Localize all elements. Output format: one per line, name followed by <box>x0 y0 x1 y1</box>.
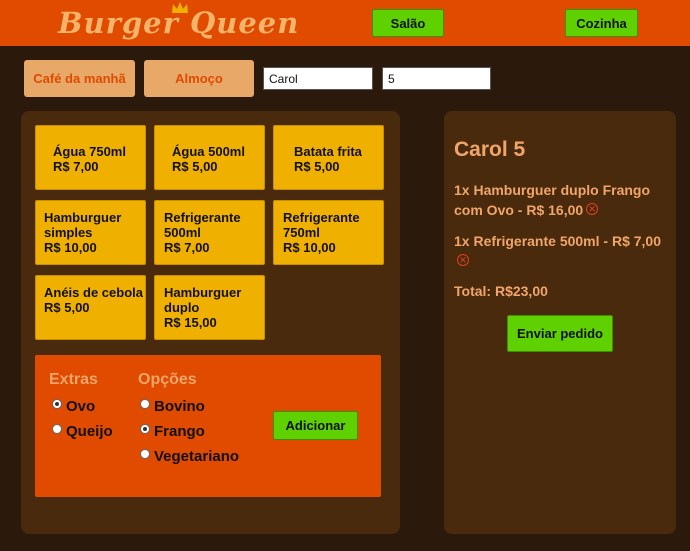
table-number-input[interactable] <box>382 67 491 90</box>
product-price: R$ 10,00 <box>283 240 336 255</box>
product-name: Água 750ml <box>53 144 126 159</box>
client-name-input[interactable] <box>263 67 373 90</box>
opcao-bovino[interactable]: Bovino <box>140 398 205 415</box>
product-name: Hamburguer simples <box>44 210 122 240</box>
product-name: Água 500ml <box>172 144 245 159</box>
product-price: R$ 5,00 <box>172 159 218 174</box>
radio-checked[interactable] <box>52 398 62 409</box>
product-card[interactable]: Água 750ml R$ 7,00 <box>35 125 146 190</box>
radio-checked[interactable] <box>140 423 150 434</box>
order-title: Carol 5 <box>454 138 526 161</box>
opcoes-title: Opções <box>138 371 197 388</box>
crown-icon <box>172 2 188 13</box>
order-item: 1x Refrigerante 500ml - R$ 7,00 ✕ <box>454 231 669 271</box>
product-card[interactable]: Refrigerante 750ml R$ 10,00 <box>273 200 384 265</box>
opcao-frango[interactable]: Frango <box>140 423 205 440</box>
product-card[interactable]: Batata frita R$ 5,00 <box>273 125 384 190</box>
product-name: Refrigerante 750ml <box>283 210 360 240</box>
product-card[interactable]: Refrigerante 500ml R$ 7,00 <box>154 200 265 265</box>
product-name: Anéis de cebola <box>44 285 143 300</box>
tab-breakfast[interactable]: Café da manhã <box>24 60 135 97</box>
extra-option-ovo[interactable]: Ovo <box>52 398 95 415</box>
nav-cozinha-button[interactable]: Cozinha <box>565 9 638 37</box>
remove-icon[interactable]: ✕ <box>586 203 599 215</box>
opcao-vegetariano[interactable]: Vegetariano <box>140 448 239 465</box>
order-total: Total: R$23,00 <box>454 283 548 299</box>
product-name: Hamburguer duplo <box>164 285 242 315</box>
extra-option-queijo[interactable]: Queijo <box>52 423 113 440</box>
option-label: Frango <box>154 423 205 440</box>
send-order-button[interactable]: Enviar pedido <box>507 315 613 352</box>
product-price: R$ 15,00 <box>164 315 217 330</box>
option-label: Vegetariano <box>154 448 240 465</box>
product-card[interactable]: Hamburguer simples R$ 10,00 <box>35 200 146 265</box>
product-price: R$ 5,00 <box>44 300 90 315</box>
option-label: Queijo <box>66 423 113 440</box>
radio-unchecked[interactable] <box>140 398 150 409</box>
product-price: R$ 10,00 <box>44 240 97 255</box>
header: Burger Queen Salão Cozinha <box>0 0 690 46</box>
order-item-text: 1x Refrigerante 500ml - R$ 7,00 <box>454 233 661 249</box>
add-button[interactable]: Adicionar <box>273 411 358 440</box>
order-item-text: 1x Hamburguer duplo Frango com Ovo - R$ … <box>454 182 651 218</box>
remove-icon[interactable]: ✕ <box>457 254 469 266</box>
product-price: R$ 7,00 <box>53 159 99 174</box>
product-card[interactable]: Anéis de cebola R$ 5,00 <box>35 275 146 340</box>
product-name: Batata frita <box>294 144 362 159</box>
option-label: Bovino <box>154 398 205 415</box>
product-price: R$ 5,00 <box>294 159 340 174</box>
product-card[interactable]: Hamburguer duplo R$ 15,00 <box>154 275 265 340</box>
radio-unchecked[interactable] <box>140 448 150 459</box>
order-item: 1x Hamburguer duplo Frango com Ovo - R$ … <box>454 180 669 220</box>
tab-lunch[interactable]: Almoço <box>144 60 254 97</box>
extras-title: Extras <box>49 371 98 388</box>
option-label: Ovo <box>66 398 96 415</box>
nav-salao-button[interactable]: Salão <box>372 9 444 37</box>
product-price: R$ 7,00 <box>164 240 210 255</box>
product-card[interactable]: Água 500ml R$ 5,00 <box>154 125 265 190</box>
product-name: Refrigerante 500ml <box>164 210 241 240</box>
radio-unchecked[interactable] <box>52 423 62 434</box>
